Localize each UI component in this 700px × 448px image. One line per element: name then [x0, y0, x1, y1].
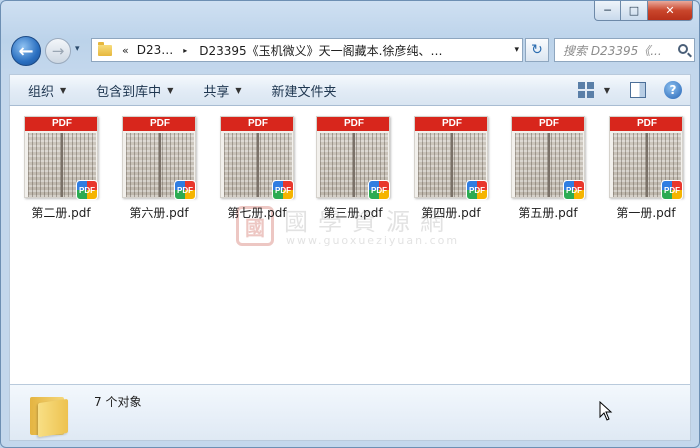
search-input[interactable]: 搜索 D23395《...: [554, 38, 695, 62]
folder-icon: [98, 41, 112, 56]
breadcrumb-separator-icon[interactable]: ▸: [183, 46, 187, 55]
pdf-app-icon: PDF: [272, 180, 294, 200]
pdf-app-icon: PDF: [466, 180, 488, 200]
file-list-area[interactable]: 國 國學資源網 www.guoxueziyuan.com PDF PDF 第二册…: [9, 106, 691, 384]
breadcrumb-current[interactable]: D23395《玉机微义》天一阁藏本.徐彦纯、…: [199, 42, 499, 59]
chevron-down-icon: ▼: [60, 85, 67, 95]
folder-icon: [30, 393, 70, 438]
explorer-window: ─ □ ✕ ← → ▾ « D23… ▸ D23395《玉机微义》天一阁藏本.徐…: [0, 0, 700, 448]
file-grid: PDF PDF 第二册.pdf PDF PDF 第六册.pdf PDF PDF …: [16, 114, 696, 224]
navigation-bar: ← → ▾ « D23… ▸ D23395《玉机微义》天一阁藏本.徐彦纯、… ▾…: [9, 35, 695, 66]
share-menu[interactable]: 共享 ▼: [203, 81, 241, 100]
file-name[interactable]: 第七册.pdf: [208, 204, 306, 221]
command-bar: 组织 ▼ 包含到库中 ▼ 共享 ▼ 新建文件夹 ▼ ?: [9, 74, 691, 106]
pdf-banner: PDF: [415, 117, 487, 131]
pdf-app-icon: PDF: [76, 180, 98, 200]
new-folder-label: 新建文件夹: [271, 84, 337, 100]
file-item[interactable]: PDF PDF 第六册.pdf: [114, 114, 204, 224]
pdf-banner: PDF: [317, 117, 389, 131]
close-button[interactable]: ✕: [648, 1, 693, 21]
pdf-app-icon: PDF: [661, 180, 683, 200]
include-in-library-label: 包含到库中: [96, 84, 162, 100]
new-folder-button[interactable]: 新建文件夹: [272, 81, 337, 100]
search-icon[interactable]: [678, 44, 688, 54]
watermark-url: www.guoxueziyuan.com: [286, 234, 460, 247]
organize-menu[interactable]: 组织 ▼: [28, 81, 66, 100]
maximize-button[interactable]: □: [621, 1, 648, 21]
file-name[interactable]: 第三册.pdf: [304, 204, 402, 221]
include-in-library-menu[interactable]: 包含到库中 ▼: [96, 81, 173, 100]
toolbar-right-group: ▼ ?: [577, 81, 682, 99]
caption-buttons: ─ □ ✕: [594, 1, 693, 21]
file-name[interactable]: 第四册.pdf: [402, 204, 500, 221]
breadcrumb-root[interactable]: D23…: [137, 43, 174, 57]
file-item[interactable]: PDF PDF 第三册.pdf: [308, 114, 398, 224]
address-bar[interactable]: « D23… ▸ D23395《玉机微义》天一阁藏本.徐彦纯、… ▾: [91, 38, 523, 62]
pdf-banner: PDF: [123, 117, 195, 131]
mouse-cursor-icon: [599, 400, 613, 421]
object-count: 7 个对象: [94, 395, 142, 409]
file-item[interactable]: PDF PDF 第五册.pdf: [503, 114, 593, 224]
file-name[interactable]: 第一册.pdf: [597, 204, 695, 221]
file-item[interactable]: PDF PDF 第二册.pdf: [16, 114, 106, 224]
address-dropdown-icon[interactable]: ▾: [514, 45, 519, 55]
help-icon[interactable]: ?: [664, 81, 682, 99]
pdf-app-icon: PDF: [563, 180, 585, 200]
file-item[interactable]: PDF PDF 第四册.pdf: [406, 114, 496, 224]
file-name[interactable]: 第二册.pdf: [12, 204, 110, 221]
organize-label: 组织: [28, 84, 55, 100]
file-name[interactable]: 第五册.pdf: [499, 204, 597, 221]
back-button[interactable]: ←: [11, 36, 41, 66]
forward-button[interactable]: →: [45, 38, 71, 64]
pdf-app-icon: PDF: [174, 180, 196, 200]
pdf-banner: PDF: [610, 117, 682, 131]
chevron-down-icon: ▼: [167, 85, 174, 95]
recent-pages-dropdown-icon[interactable]: ▾: [75, 44, 80, 54]
file-item[interactable]: PDF PDF 第七册.pdf: [212, 114, 302, 224]
chevron-down-icon: ▼: [235, 85, 242, 95]
pdf-banner: PDF: [25, 117, 97, 131]
breadcrumb-overflow-chevron[interactable]: «: [122, 44, 129, 57]
details-pane: 7 个对象: [9, 384, 691, 441]
pdf-banner: PDF: [512, 117, 584, 131]
file-item[interactable]: PDF PDF 第一册.pdf: [601, 114, 691, 224]
pdf-banner: PDF: [221, 117, 293, 131]
file-name[interactable]: 第六册.pdf: [110, 204, 208, 221]
search-placeholder: 搜索 D23395《...: [563, 43, 662, 58]
change-view-icon[interactable]: [577, 82, 594, 98]
minimize-button[interactable]: ─: [594, 1, 621, 21]
pdf-app-icon: PDF: [368, 180, 390, 200]
refresh-button[interactable]: ↻: [525, 38, 549, 62]
view-dropdown-icon[interactable]: ▼: [604, 86, 610, 95]
preview-pane-icon[interactable]: [630, 82, 646, 98]
share-label: 共享: [203, 84, 230, 100]
